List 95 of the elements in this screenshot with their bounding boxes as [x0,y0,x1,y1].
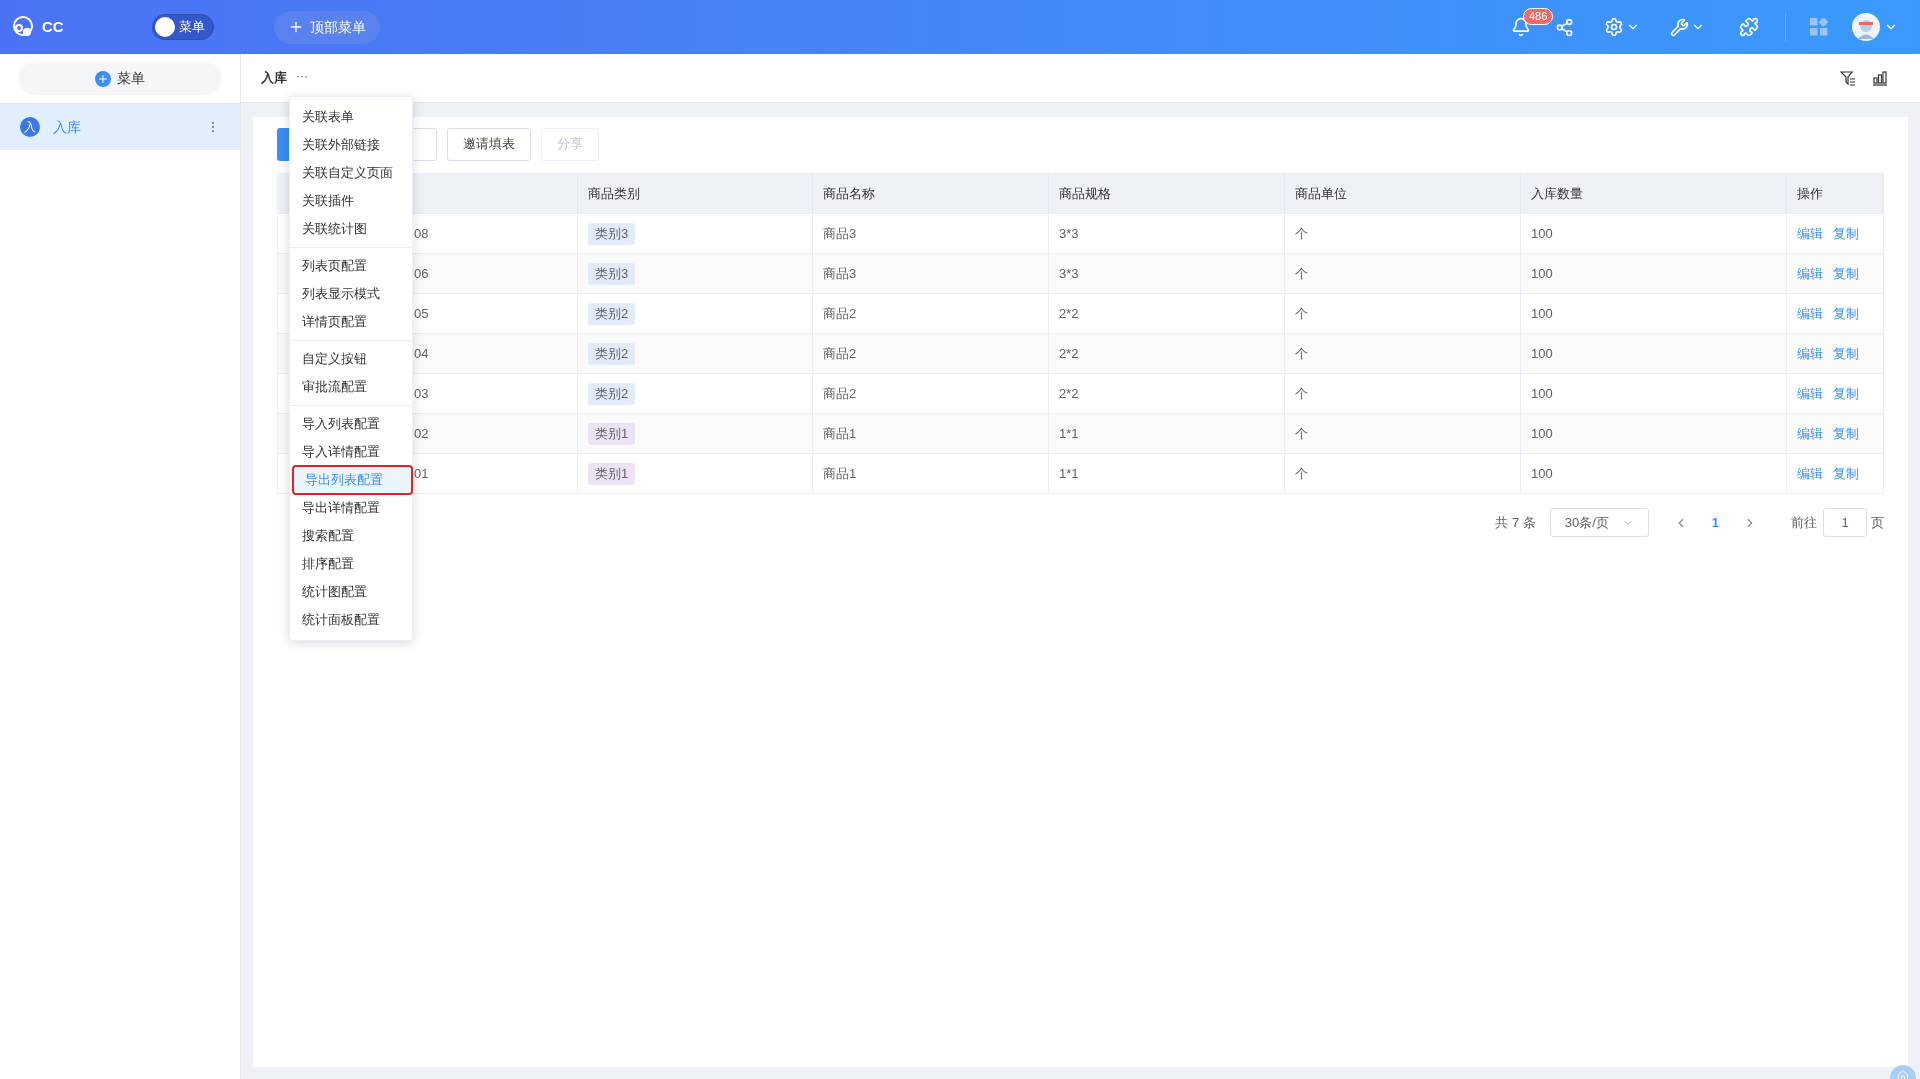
table-cell-text: 100 [1531,464,1553,483]
table-cell-text: 100 [1531,224,1553,243]
item-avatar: 入 [20,117,40,137]
menu-item[interactable]: 排序配置 [290,550,412,578]
table-cell-text: 1*1 [1059,424,1079,443]
menu-item[interactable]: 关联自定义页面 [290,159,412,187]
menu-item[interactable]: 统计面板配置 [290,606,412,634]
table-cell-text: 05 [414,304,429,323]
table-cell-text: 1*1 [1059,464,1079,483]
action-link[interactable]: 编辑 [1797,223,1823,244]
filter-icon[interactable] [1840,70,1856,86]
home-icon [1897,1070,1909,1079]
puzzle-icon[interactable] [1739,17,1759,37]
wrench-icon[interactable] [1670,17,1689,37]
apps-icon[interactable] [1810,18,1828,36]
page-title: 入库 [261,69,287,88]
menu-toggle[interactable]: 菜单 [151,14,214,40]
category-tag: 类别1 [588,462,636,485]
table-cell-text: 01 [414,464,429,483]
menu-item[interactable]: 自定义按钮 [290,345,412,373]
table-cell-text: 商品2 [823,304,857,323]
table-cell-text: 3*3 [1059,224,1079,243]
menu-item[interactable]: 统计图配置 [290,578,412,606]
sidebar-item[interactable]: 入 入库 [0,104,240,150]
avatar-icon[interactable] [1852,13,1880,41]
category-tag: 类别1 [588,422,636,445]
menu-item[interactable]: 导入详情配置 [290,438,412,466]
action-link[interactable]: 复制 [1833,303,1859,324]
action-link[interactable]: 编辑 [1797,303,1823,324]
table-cell-text: 04 [414,344,429,363]
table-cell-text: 个 [1295,344,1308,363]
category-tag: 类别2 [588,382,636,405]
table-cell-text: 100 [1531,424,1553,443]
goto-label: 前往 [1791,513,1817,532]
menu-item[interactable]: 导出详情配置 [290,494,412,522]
table-cell-text: 2*2 [1059,344,1079,363]
item-label: 入库 [53,117,82,137]
table-cell-text: 商品1 [823,464,857,483]
menu-item[interactable]: 导入列表配置 [290,410,412,438]
table-cell-text: 08 [414,224,429,243]
action-link[interactable]: 复制 [1833,463,1859,484]
table-cell-text: 商品2 [823,384,857,403]
table-cell-text: 个 [1295,464,1308,483]
table-cell-text: 商品1 [823,424,857,443]
table-cell-text: 个 [1295,264,1308,283]
table-cell-text: 个 [1295,224,1308,243]
page-suffix: 页 [1871,513,1884,532]
menu-item[interactable]: 审批流配置 [290,373,412,401]
table-cell-text: 个 [1295,304,1308,323]
bell-icon[interactable] [1511,17,1531,37]
table-cell-text: 个 [1295,384,1308,403]
notification-badge: 486 [1523,8,1554,25]
menu-item[interactable]: 关联表单 [290,103,412,131]
menu-item[interactable]: 列表页配置 [290,252,412,280]
share-icon[interactable] [1555,17,1574,37]
table-cell-text: 100 [1531,384,1553,403]
table-cell-text: 100 [1531,344,1553,363]
action-link[interactable]: 复制 [1833,223,1859,244]
category-tag: 类别2 [588,302,636,325]
table-cell-text: 3*3 [1059,264,1079,283]
top-menu-button[interactable]: 顶部菜单 [273,10,380,44]
page-input[interactable]: 1 [1823,508,1867,537]
page-size-select[interactable]: 30条/页 [1549,508,1649,537]
toolbar-button[interactable]: 邀请填表 [447,127,531,161]
table-cell-text: 06 [414,264,429,283]
menu-item[interactable]: 关联外部链接 [290,131,412,159]
menu-item[interactable]: 列表显示模式 [290,280,412,308]
menu-item[interactable]: 详情页配置 [290,308,412,336]
total-count: 共 7 条 [1495,513,1536,532]
category-tag: 类别3 [588,222,636,245]
table-cell-text: 商品2 [823,344,857,363]
table-cell-text: 2*2 [1059,304,1079,323]
table-cell-text: 02 [414,424,429,443]
table-cell-text: 100 [1531,264,1553,283]
table-cell-text: 商品3 [823,264,857,283]
settings-icon[interactable] [1604,17,1624,37]
menu-item[interactable]: 关联插件 [290,187,412,215]
table-cell-text: 个 [1295,424,1308,443]
table-cell-text: 商品3 [823,224,857,243]
table-cell-text: 03 [414,384,429,403]
menu-item[interactable]: 搜索配置 [290,522,412,550]
action-link[interactable]: 编辑 [1797,383,1823,404]
add-menu-button[interactable]: 菜单 [18,62,222,95]
table-cell-text: 100 [1531,304,1553,323]
action-link[interactable]: 复制 [1833,383,1859,404]
category-tag: 类别3 [588,262,636,285]
menu-item[interactable]: 关联统计图 [290,215,412,243]
more-button[interactable]: ··· [296,70,308,86]
toggle-knob-icon [154,17,175,37]
plus-icon [95,70,111,87]
app-name: CC [42,16,64,37]
bar-chart-icon[interactable] [1872,70,1888,86]
category-tag: 类别2 [588,342,636,365]
action-link[interactable]: 编辑 [1797,463,1823,484]
table-cell-text: 2*2 [1059,384,1079,403]
